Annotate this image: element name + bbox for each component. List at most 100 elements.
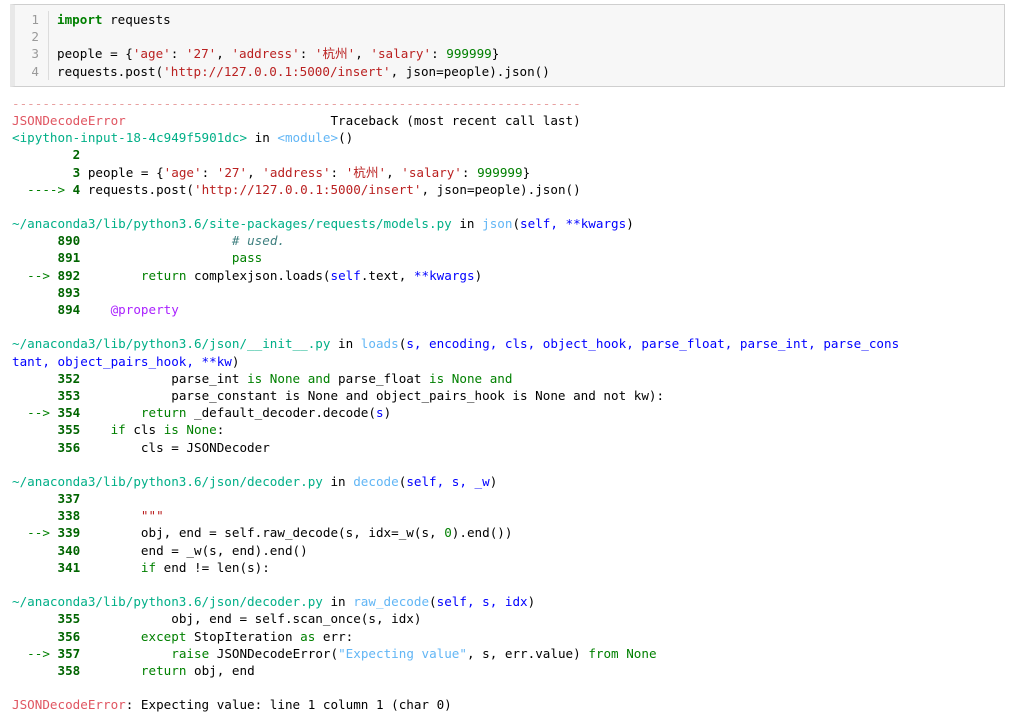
traceback-source-line: 338 """ — [12, 507, 1010, 524]
frame-location-token: ~/anaconda3/lib/python3.6/json/decoder.p… — [12, 473, 323, 489]
code-input-cell[interactable]: 1 import requests 2 3 people = {'age': '27',… — [10, 4, 1005, 87]
frame-location-token: decode — [353, 473, 399, 489]
traceback-current-line-arrow: --> — [12, 525, 58, 541]
separator-rule: ----------------------------------------… — [12, 95, 581, 111]
code-line-number: 4 — [15, 62, 49, 80]
frame-location-token: ( — [429, 594, 437, 610]
code-token: '杭州' — [345, 164, 387, 180]
code-token: except — [140, 628, 187, 644]
code-token: cls = JSONDecoder — [80, 439, 270, 455]
code-token: '杭州' — [314, 46, 356, 62]
code-token: parse_int — [80, 370, 248, 386]
code-token: 'address' — [231, 46, 300, 62]
code-token: } — [491, 46, 500, 62]
traceback-line-source: if end != len(s): — [80, 560, 270, 575]
traceback-frame-spacer — [12, 679, 1010, 696]
frame-location-token: self, **kwargs — [520, 216, 627, 232]
traceback-source-line: 356 except StopIteration as err: — [12, 628, 1010, 645]
traceback-source-line: 890 # used. — [12, 232, 1010, 249]
code-line: 3 people = {'age': '27', 'address': '杭州',… — [15, 45, 1004, 63]
traceback-source-line: 893 — [12, 284, 1010, 301]
traceback-line-source: except StopIteration as err: — [80, 629, 353, 644]
code-token: ) — [383, 405, 392, 421]
traceback-frame-spacer — [12, 198, 1010, 215]
traceback-frame-spacer — [12, 576, 1010, 593]
code-line: 1 import requests — [15, 11, 1004, 29]
traceback-line-source: cls = JSONDecoder — [80, 440, 270, 455]
code-line-source: import requests — [57, 11, 171, 28]
traceback-line-source: end = _w(s, end).end() — [80, 543, 308, 558]
code-token: # used. — [231, 233, 285, 249]
traceback-line-source: obj, end = self.scan_once(s, idx) — [80, 611, 421, 626]
traceback-source-line: --> 892 return complexjson.loads(self.te… — [12, 267, 1010, 284]
code-token: import — [57, 12, 103, 27]
traceback-current-line-arrow — [12, 611, 58, 626]
frame-location-token: ) — [527, 594, 536, 610]
code-token: s — [375, 405, 384, 421]
traceback-line-source: raise JSONDecodeError("Expecting value",… — [80, 646, 656, 661]
code-token: obj, end = self.raw_decode(s, idx=_w(s, — [80, 525, 445, 541]
traceback-line-source: obj, end = self.raw_decode(s, idx=_w(s, … — [80, 525, 513, 541]
traceback-line-number: 340 — [57, 542, 81, 558]
code-token: .text, — [360, 267, 414, 283]
code-token: , json=people).json() — [421, 181, 581, 197]
code-line-number: 3 — [15, 45, 49, 63]
code-token: parse_float — [330, 370, 430, 386]
code-token: obj, end = self.scan_once(s, idx) — [80, 611, 422, 627]
traceback-line-number: 352 — [57, 370, 81, 386]
code-token: requests — [102, 12, 171, 27]
traceback-current-line-arrow — [12, 388, 58, 403]
traceback-source-line: 352 parse_int is None and parse_float is… — [12, 370, 1010, 387]
frame-location-token: raw_decode — [353, 594, 430, 610]
frame-location-token: tant, object_pairs_hook, **kw — [12, 353, 232, 369]
code-token: 'age' — [132, 46, 171, 62]
frame-location-token: json — [482, 216, 513, 232]
traceback-line-source: parse_int is None and parse_float is Non… — [80, 371, 512, 386]
frame-location-token: s, encoding, cls, object_hook, parse_flo… — [406, 336, 900, 352]
frame-location-token: () — [338, 130, 354, 146]
frame-location-token: in — [451, 216, 483, 232]
traceback-source-line: 355 obj, end = self.scan_once(s, idx) — [12, 610, 1010, 627]
code-token: @property — [110, 302, 179, 317]
code-line-source: requests.post('http://127.0.0.1:5000/ins… — [57, 63, 550, 80]
traceback-line-number: 354 — [57, 405, 81, 421]
code-token: 999999 — [446, 46, 492, 62]
code-token: pass — [231, 250, 263, 266]
traceback-frame-spacer — [12, 456, 1010, 473]
traceback-current-line-arrow — [12, 508, 58, 523]
traceback-line-number: 339 — [57, 525, 81, 541]
frame-location-token: ~/anaconda3/lib/python3.6/json/__init__.… — [12, 336, 331, 352]
code-line: 2 — [15, 28, 1004, 46]
traceback-line-number: 355 — [57, 422, 81, 438]
code-token: cls — [125, 422, 164, 438]
traceback-current-line-arrow — [12, 250, 58, 265]
code-line: 4 requests.post('http://127.0.0.1:5000/in… — [15, 62, 1004, 80]
traceback-line-number: 338 — [57, 508, 81, 524]
code-token: complexjson.loads( — [186, 267, 331, 283]
code-token: 'salary' — [401, 164, 462, 180]
traceback-line-number: 357 — [57, 645, 81, 661]
traceback-source-line: 891 pass — [12, 249, 1010, 266]
code-token: : — [330, 164, 346, 180]
traceback-source-line: 358 return obj, end — [12, 662, 1010, 679]
traceback-current-line-arrow — [12, 371, 58, 386]
input-cell-wrapper: 1 import requests 2 3 people = {'age': '27',… — [0, 0, 1010, 87]
traceback-current-line-arrow — [12, 543, 58, 558]
frame-location-token: ~/anaconda3/lib/python3.6/json/decoder.p… — [12, 594, 323, 610]
header-spacer — [126, 113, 331, 128]
traceback-line-number: 341 — [57, 559, 81, 575]
code-token: **kwargs — [413, 267, 475, 283]
code-token: 'salary' — [370, 46, 432, 62]
code-token: , json=people).json() — [390, 63, 550, 79]
final-error-message: : Expecting value: line 1 column 1 (char… — [125, 697, 452, 713]
traceback-line-source: """ — [80, 508, 164, 523]
traceback-header-right: Traceback (most recent call last) — [330, 112, 581, 128]
code-token: "Expecting value" — [338, 645, 467, 661]
traceback-frame-location: ~/anaconda3/lib/python3.6/json/decoder.p… — [12, 473, 1010, 490]
traceback-line-number: 355 — [57, 611, 81, 627]
